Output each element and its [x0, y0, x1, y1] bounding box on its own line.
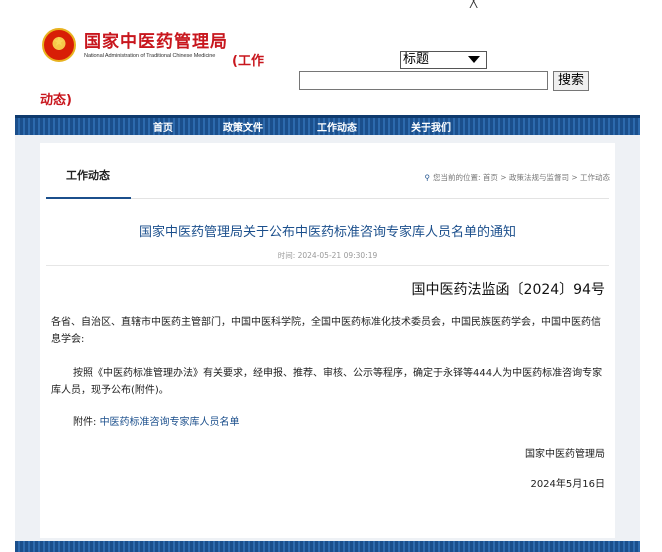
attachment-line: 附件: 中医药标准咨询专家库人员名单 [73, 414, 240, 431]
breadcrumb[interactable]: ⚲ 您当前的位置: 首页 > 政策法规与监督司 > 工作动态 [424, 172, 610, 183]
nav-item-news[interactable]: 工作动态 [317, 119, 357, 134]
location-pin-icon: ⚲ [424, 173, 430, 182]
article-paragraph-recipients: 各省、自治区、直辖市中医药主管部门，中国中医科学院，全国中医药标准化技术委员会，… [51, 317, 601, 345]
search-scope-value: 标题 [403, 52, 430, 67]
title-divider [46, 265, 609, 266]
document-date: 2024年5月16日 [530, 479, 605, 490]
article-paragraph-body: 按照《中医药标准管理办法》有关要求，经申报、推荐、审核、公示等程序，确定于永铎等… [51, 368, 603, 396]
nav-item-policy[interactable]: 政策文件 [223, 119, 263, 134]
main-nav: 首页 政策文件 工作动态 关于我们 [15, 115, 640, 135]
logo-text: 国家中医药管理局 National Administration of Trad… [84, 32, 228, 59]
article-title: 国家中医药管理局关于公布中医药标准咨询专家库人员名单的通知 [138, 225, 516, 240]
tab-active-indicator [46, 197, 131, 199]
site-name-en: National Administration of Traditional C… [84, 52, 216, 59]
nav-item-about[interactable]: 关于我们 [411, 119, 451, 134]
site-name-cn: 国家中医药管理局 [84, 31, 228, 52]
search-button[interactable]: 搜索 [553, 71, 589, 91]
nav-item-home[interactable]: 首页 [153, 119, 173, 134]
chevron-down-icon [468, 56, 480, 63]
window-mark: ╳ [470, 0, 478, 8]
section-label-part2: 动态) [40, 93, 72, 108]
section-label-part1: (工作 [232, 54, 264, 69]
signature: 国家中医药管理局 [525, 449, 605, 460]
search-input[interactable] [299, 71, 548, 90]
breadcrumb-text[interactable]: 您当前的位置: 首页 > 政策法规与监督司 > 工作动态 [433, 173, 610, 182]
search-scope-select[interactable]: 标题 [400, 51, 487, 69]
tab-news[interactable]: 工作动态 [66, 167, 110, 183]
document-number: 国中医药法监函〔2024〕94号 [411, 282, 605, 298]
site-logo[interactable]: 国家中医药管理局 National Administration of Trad… [42, 28, 228, 62]
attachment-label: 附件: [73, 417, 100, 428]
attachment-link[interactable]: 中医药标准咨询专家库人员名单 [100, 417, 240, 428]
article-time: 时间: 2024-05-21 09:30:19 [277, 251, 378, 260]
national-emblem-icon [42, 28, 76, 62]
footer-bar [15, 541, 640, 552]
